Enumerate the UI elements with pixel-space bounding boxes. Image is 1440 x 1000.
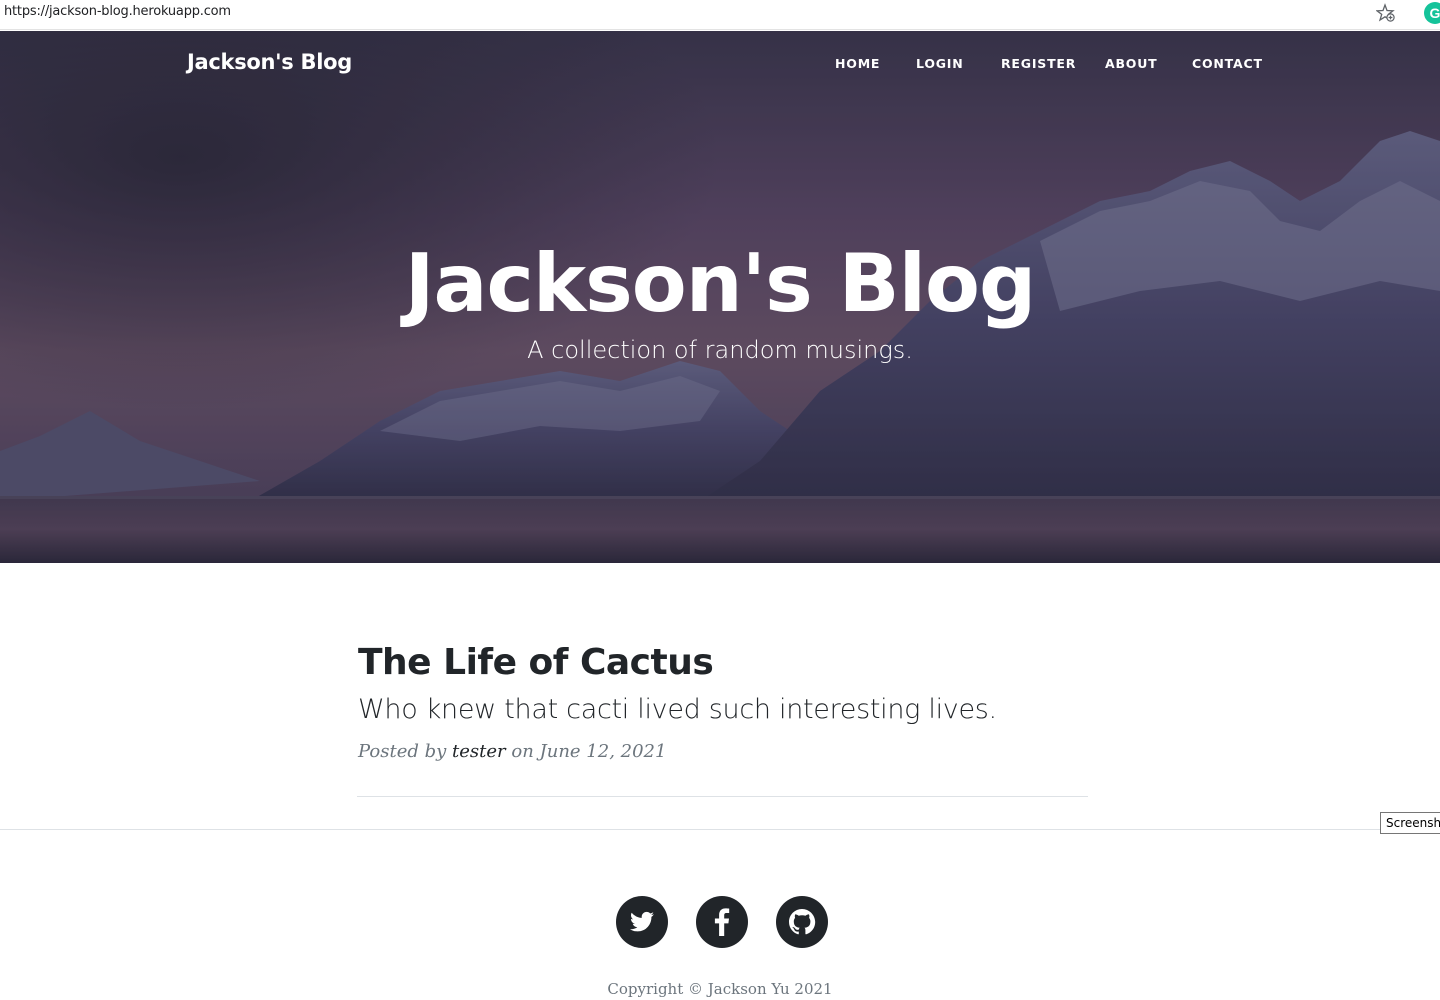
browser-address-bar: https://jackson-blog.herokuapp.com G: [0, 0, 1440, 30]
navbar-brand[interactable]: Jackson's Blog: [187, 50, 352, 74]
facebook-icon: [714, 908, 730, 936]
nav-home[interactable]: HOME: [835, 56, 880, 71]
tooltip: Screenshot: [1380, 812, 1440, 834]
copyright-text: Copyright © Jackson Yu 2021: [607, 980, 833, 998]
hero-subtitle: A collection of random musings.: [527, 336, 913, 364]
nav-login[interactable]: LOGIN: [916, 56, 964, 71]
nav-register[interactable]: REGISTER: [1001, 56, 1076, 71]
twitter-icon: [630, 911, 654, 932]
top-navbar: Jackson's Blog HOME LOGIN REGISTER ABOUT…: [0, 31, 1440, 95]
hero-title: Jackson's Blog: [404, 237, 1037, 330]
twitter-link[interactable]: [616, 896, 668, 948]
hero-header: Jackson's Blog HOME LOGIN REGISTER ABOUT…: [0, 31, 1440, 563]
address-url[interactable]: https://jackson-blog.herokuapp.com: [4, 4, 231, 19]
post-title[interactable]: The Life of Cactus: [358, 642, 714, 683]
grammarly-icon[interactable]: G: [1424, 2, 1440, 24]
star-add-icon[interactable]: [1376, 3, 1396, 23]
facebook-link[interactable]: [696, 896, 748, 948]
post-author-link[interactable]: tester: [452, 741, 506, 762]
post-meta-date: on June 12, 2021: [511, 741, 667, 762]
nav-about[interactable]: ABOUT: [1105, 56, 1158, 71]
github-link[interactable]: [776, 896, 828, 948]
post-subtitle[interactable]: Who knew that cacti lived such interesti…: [358, 694, 997, 725]
footer-divider: [0, 829, 1440, 830]
post-meta: Posted by tester on June 12, 2021: [358, 741, 666, 762]
post-divider: [357, 796, 1088, 797]
nav-contact[interactable]: CONTACT: [1192, 56, 1263, 71]
github-icon: [789, 909, 816, 935]
post-meta-prefix: Posted by: [358, 741, 447, 762]
